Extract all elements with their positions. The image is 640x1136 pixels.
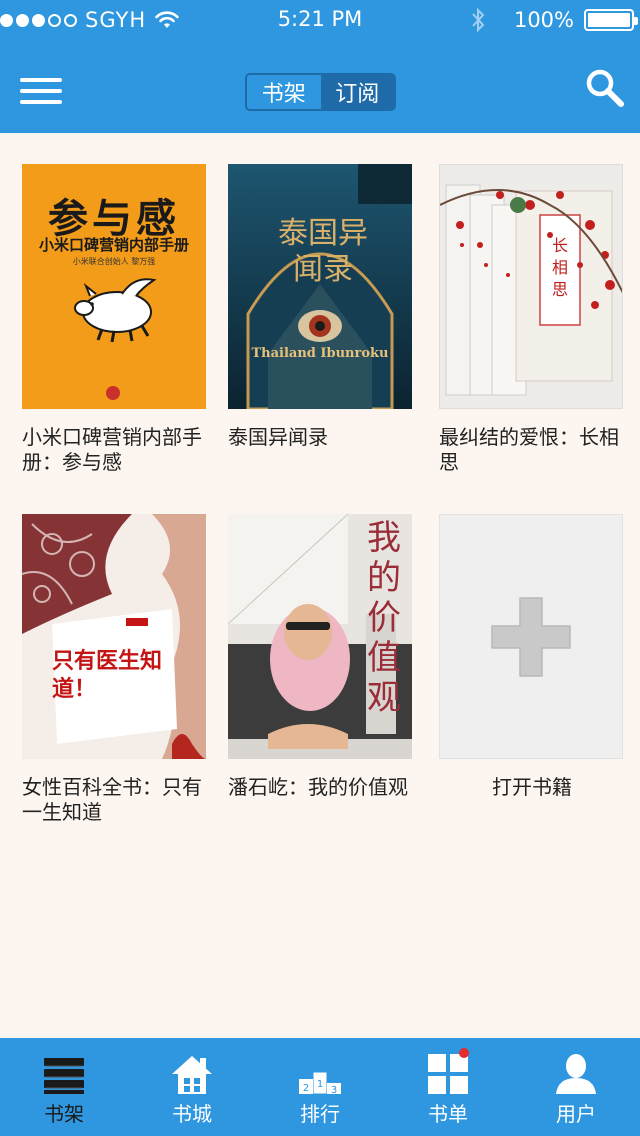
tab-user[interactable]: 用户	[512, 1038, 640, 1136]
grid-icon	[428, 1054, 468, 1094]
svg-text:2: 2	[303, 1083, 309, 1094]
bookshelf-icon	[44, 1058, 84, 1094]
tab-label: 用户	[556, 1102, 596, 1126]
cover-title: 泰国异闻录	[278, 216, 368, 287]
book-title: 泰国异闻录	[228, 425, 328, 449]
book-title: 潘石屹：我的价值观	[228, 775, 408, 799]
plus-icon	[491, 596, 571, 677]
cover-subtitle: 小米口碑营销内部手册	[38, 236, 189, 254]
tab-label: 书单	[428, 1102, 468, 1126]
segmented-control: 书架 订阅	[245, 73, 396, 111]
svg-text:1: 1	[317, 1079, 323, 1090]
bookshelf-grid: 参与感 小米口碑营销内部手册 小米联合创始人 黎万强 小米口碑营销内部手册：参与…	[0, 133, 640, 1038]
book-cover[interactable]: 长相思	[439, 164, 623, 409]
book-item[interactable]: 只有医生知道！ 女性百科全书：只有一生知道	[22, 514, 208, 825]
menu-button[interactable]	[20, 78, 62, 104]
cover-english-title: Thailand Ibunroku	[251, 346, 389, 361]
publisher-logo	[106, 386, 120, 400]
tab-bar: 书架 书城 1 2 3 排行 书单 用户	[0, 1038, 640, 1136]
tab-label: 书城	[172, 1102, 212, 1126]
book-cover[interactable]: 参与感 小米口碑营销内部手册 小米联合创始人 黎万强	[22, 164, 206, 409]
segment-bookshelf[interactable]: 书架	[247, 75, 321, 109]
open-book-label: 打开书籍	[492, 775, 572, 799]
search-icon[interactable]	[585, 68, 625, 108]
book-cover[interactable]: 只有医生知道！	[22, 514, 206, 759]
cover-title: 我的价值观	[367, 518, 401, 718]
cover-title: 只有医生知道！	[52, 649, 163, 702]
tab-booklist[interactable]: 书单	[384, 1038, 512, 1136]
book-item[interactable]: 我的价值观 潘石屹：我的价值观	[228, 514, 414, 800]
book-item[interactable]: 参与感 小米口碑营销内部手册 小米联合创始人 黎万强 小米口碑营销内部手册：参与…	[22, 164, 208, 475]
book-title: 最纠结的爱恨：长相思	[439, 425, 619, 474]
book-cover[interactable]: 我的价值观	[228, 514, 412, 759]
book-cover[interactable]: 泰国异闻录 Thailand Ibunroku	[228, 164, 412, 409]
segment-subscribe[interactable]: 订阅	[320, 75, 394, 109]
add-book-tile[interactable]	[439, 514, 623, 759]
cover-title: 长相思	[551, 236, 568, 299]
house-icon	[172, 1056, 212, 1094]
svg-text:3: 3	[331, 1085, 337, 1096]
tab-bookshelf[interactable]: 书架	[0, 1038, 128, 1136]
book-item[interactable]: 泰国异闻录 Thailand Ibunroku 泰国异闻录	[228, 164, 414, 450]
cover-author: 小米联合创始人 黎万强	[72, 257, 156, 266]
battery-percent: 100%	[513, 8, 574, 32]
podium-icon: 1 2 3	[299, 1071, 341, 1096]
tab-label: 排行	[300, 1102, 340, 1126]
tab-ranking[interactable]: 1 2 3 排行	[256, 1038, 384, 1136]
open-book-item[interactable]: 打开书籍	[439, 514, 625, 800]
book-title: 小米口碑营销内部手册：参与感	[22, 425, 202, 474]
lace-illustration	[22, 514, 206, 759]
nav-bar: 书架 订阅	[0, 40, 640, 133]
boxset-illustration	[440, 184, 622, 396]
book-item[interactable]: 长相思 最纠结的爱恨：长相思	[439, 164, 625, 475]
book-title: 女性百科全书：只有一生知道	[22, 775, 202, 824]
top-bar: SGYH 5:21 PM 100% 书架 订阅	[0, 0, 640, 133]
tab-label: 书架	[44, 1102, 84, 1126]
user-icon	[556, 1054, 596, 1094]
bluetooth-icon	[472, 7, 485, 33]
tab-bookstore[interactable]: 书城	[128, 1038, 256, 1136]
pig-illustration	[74, 278, 157, 343]
notification-badge	[459, 1048, 469, 1058]
battery-icon	[584, 9, 638, 31]
status-bar: SGYH 5:21 PM 100%	[0, 0, 640, 40]
